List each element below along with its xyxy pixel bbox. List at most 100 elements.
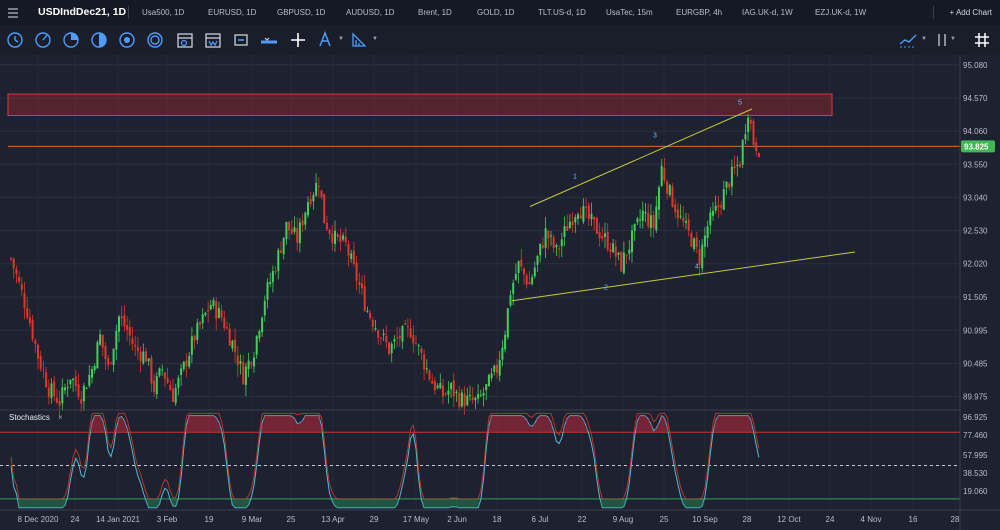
tab-item[interactable]: EZJ.UK-d, 1W (815, 0, 866, 25)
candle-body (374, 328, 377, 330)
time-tick-label: 28 (951, 515, 960, 524)
pen-icon[interactable] (315, 30, 335, 50)
time-tick-label: 8 Dec 2020 (18, 515, 59, 524)
candle-body (474, 397, 477, 401)
clear-icon[interactable] (932, 30, 952, 50)
circle-dot-icon[interactable] (117, 30, 137, 50)
box-icon[interactable] (231, 30, 251, 50)
candle-body (747, 117, 750, 133)
tab-item[interactable]: AUDUSD, 1D (346, 0, 394, 25)
candle-body (574, 217, 577, 223)
candle-body (447, 390, 450, 395)
candle-body (709, 212, 712, 226)
candle-body (112, 348, 115, 365)
time-tick-label: 29 (370, 515, 379, 524)
candle-body (377, 330, 380, 338)
grid-icon[interactable] (972, 30, 992, 50)
candle-body (96, 342, 99, 369)
tab-item[interactable]: IAG.UK-d, 1W (742, 0, 793, 25)
line-style-icon[interactable] (898, 30, 918, 50)
candle-body (433, 380, 436, 391)
candle-body (107, 358, 110, 366)
candle-body (658, 187, 660, 210)
candle-body (320, 190, 323, 198)
candle-body (620, 252, 623, 272)
chevron-down-icon[interactable]: ▼ (338, 36, 344, 42)
compass-icon[interactable] (33, 30, 53, 50)
candle-body (325, 222, 328, 230)
candle-body (158, 368, 161, 376)
candle-body (552, 237, 555, 248)
tab-item[interactable]: UsaTec, 15m (606, 0, 653, 25)
candle-body (720, 205, 723, 208)
ruler-icon[interactable] (259, 30, 279, 50)
candle-body (547, 231, 550, 239)
candle-body (69, 379, 72, 385)
candle-body (147, 358, 150, 362)
fib-icon[interactable] (349, 30, 369, 50)
menu-icon[interactable] (6, 6, 20, 20)
calendar-icon[interactable] (175, 30, 195, 50)
candle-body (53, 381, 56, 397)
time-tick-label: 18 (493, 515, 502, 524)
candle-body (304, 212, 307, 225)
target-icon[interactable] (145, 30, 165, 50)
candle-body (458, 392, 461, 407)
candle-body (37, 344, 39, 359)
add-chart-button[interactable]: + Add Chart (950, 0, 992, 25)
candle-body (312, 194, 315, 202)
candle-body (382, 333, 385, 336)
tab-item[interactable]: TLT.US-d, 1D (538, 0, 586, 25)
clock-icon[interactable] (5, 30, 25, 50)
chevron-down-icon[interactable]: ▼ (950, 36, 956, 42)
chevron-down-icon[interactable]: ▼ (372, 36, 378, 42)
calendar-window-icon[interactable] (203, 30, 223, 50)
candle-body (571, 221, 574, 226)
time-tick-label: 22 (578, 515, 587, 524)
tab-item[interactable]: Usa500, 1D (142, 0, 184, 25)
candle-body (80, 399, 83, 404)
candle-body (641, 210, 644, 221)
pie-icon[interactable] (61, 30, 81, 50)
candle-body (26, 308, 29, 318)
candle-body (20, 283, 23, 291)
candle-body (166, 378, 169, 383)
candle-body (406, 326, 409, 328)
price-chart[interactable]: 1 2 3 4 5 Stochastics × 95.080 94.570 94.060 93.… (0, 55, 1000, 530)
candle-body (123, 315, 126, 327)
candle-body (271, 271, 274, 283)
candle-body (239, 361, 242, 364)
time-tick-label: 28 (743, 515, 752, 524)
time-tick-label: 25 (287, 515, 296, 524)
candle-body (261, 317, 264, 333)
chart-background (0, 55, 1000, 530)
candle-body (409, 328, 412, 338)
tab-item[interactable]: GBPUSD, 1D (277, 0, 325, 25)
candle-body (676, 209, 679, 219)
candle-body (679, 215, 682, 217)
candle-body (315, 182, 318, 196)
candle-body (169, 384, 172, 391)
tab-item[interactable]: EURUSD, 1D (208, 0, 256, 25)
candle-body (317, 186, 320, 188)
half-circle-icon[interactable] (89, 30, 109, 50)
candle-body (501, 347, 504, 360)
candle-body (199, 322, 201, 325)
chevron-down-icon[interactable]: ▼ (921, 36, 927, 42)
tab-item[interactable]: GOLD, 1D (477, 0, 514, 25)
candle-body (115, 331, 118, 350)
tab-item[interactable]: Brent, 1D (418, 0, 452, 25)
candle-body (568, 221, 571, 229)
crosshair-icon[interactable] (288, 30, 308, 50)
candle-body (490, 373, 493, 379)
candle-body (655, 206, 658, 231)
candle-body (64, 387, 66, 391)
candle-body (39, 356, 42, 369)
candle-body (706, 226, 709, 239)
tab-item[interactable]: EURGBP, 4h (676, 0, 722, 25)
candle-body (223, 317, 226, 329)
candle-body (415, 343, 417, 345)
candle-body (479, 394, 482, 396)
candle-body (663, 167, 666, 181)
tab-active-symbol[interactable]: USDIndDec21, 1D (38, 0, 126, 25)
